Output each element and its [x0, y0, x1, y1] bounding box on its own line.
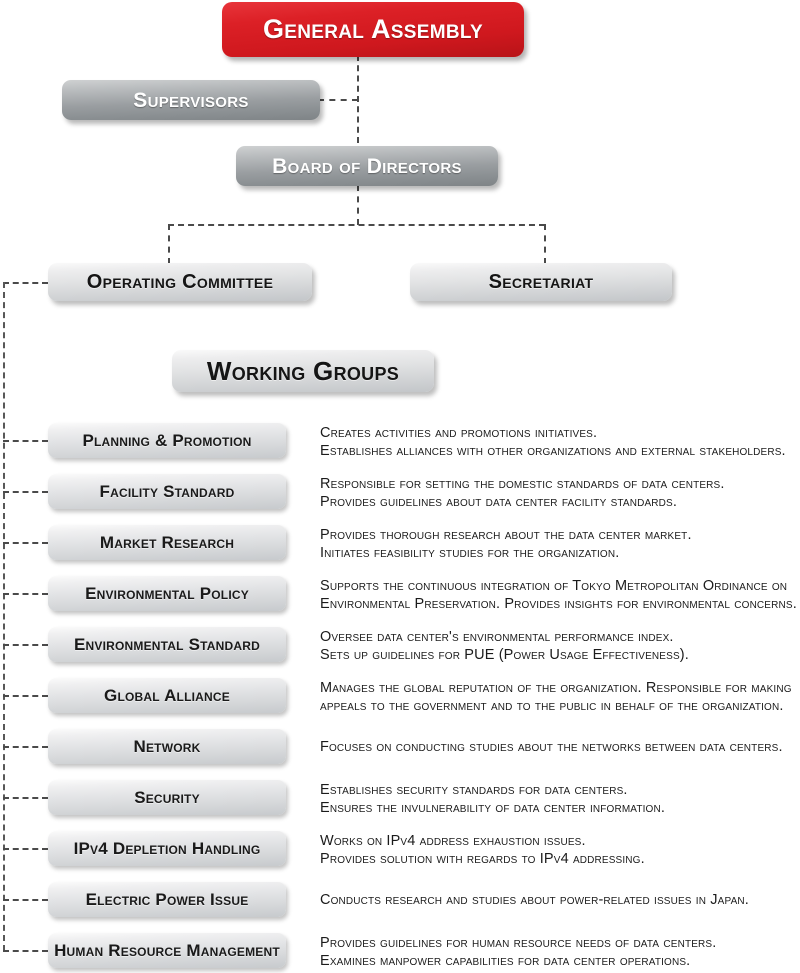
working-group-label: Electric Power Issue: [85, 890, 249, 909]
org-chart: General Assembly Supervisors Board of Di…: [0, 0, 800, 973]
node-working-group[interactable]: Human Resource Management: [48, 933, 286, 968]
node-working-group[interactable]: Environmental Policy: [48, 576, 286, 611]
connector-wg-stub: [3, 746, 48, 748]
node-working-group[interactable]: IPv4 Depletion Handling: [48, 831, 286, 866]
node-working-groups-banner: Working Groups: [172, 350, 434, 392]
working-group-label: Global Alliance: [104, 686, 230, 705]
connector-wg-stub: [3, 899, 48, 901]
working-groups-banner-label: Working Groups: [206, 356, 400, 386]
node-working-group[interactable]: Global Alliance: [48, 678, 286, 713]
connector-working-groups-spine: [3, 282, 5, 951]
node-general-assembly[interactable]: General Assembly: [222, 2, 524, 57]
working-group-label: Facility Standard: [99, 482, 235, 501]
working-group-label: Environmental Standard: [73, 635, 260, 654]
node-supervisors[interactable]: Supervisors: [62, 80, 320, 120]
connector-wg-stub: [3, 593, 48, 595]
connector-wg-stub: [3, 644, 48, 646]
working-group-description: Oversee data center's environmental perf…: [320, 629, 689, 663]
node-supervisors-label: Supervisors: [133, 88, 249, 112]
working-group-label: Human Resource Management: [54, 941, 280, 960]
node-operating-committee-label: Operating Committee: [86, 271, 274, 293]
working-group-description: Works on IPv4 address exhaustion issues.…: [320, 833, 645, 867]
connector-to-operating-committee: [168, 224, 170, 264]
working-group-description: Establishes security standards for data …: [320, 782, 666, 816]
working-group-label: Network: [133, 737, 201, 756]
connector-to-secretariat: [544, 224, 546, 264]
node-secretariat-label: Secretariat: [488, 271, 594, 293]
node-general-assembly-label: General Assembly: [262, 14, 484, 44]
working-group-label: IPv4 Depletion Handling: [73, 839, 261, 858]
node-working-group[interactable]: Market Research: [48, 525, 286, 560]
connector-wg-stub: [3, 695, 48, 697]
connector-wg-stub: [3, 797, 48, 799]
node-working-group[interactable]: Facility Standard: [48, 474, 286, 509]
working-group-description: Provides thorough research about the dat…: [320, 527, 692, 561]
node-working-group[interactable]: Planning & Promotion: [48, 423, 286, 458]
working-group-label: Planning & Promotion: [82, 431, 252, 450]
connector-wg-stub: [3, 950, 48, 952]
working-group-description: Creates activities and promotions initia…: [320, 425, 786, 459]
working-group-description: Conducts research and studies about powe…: [320, 892, 749, 908]
node-working-group[interactable]: Security: [48, 780, 286, 815]
connector-wg-stub: [3, 542, 48, 544]
connector-wg-stub: [3, 491, 48, 493]
connector-operating-committee-left-stub: [3, 282, 48, 284]
working-group-description: Supports the continuous integration of T…: [320, 578, 797, 612]
working-group-description: Manages the global reputation of the org…: [320, 680, 792, 714]
working-group-description: Focuses on conducting studies about the …: [320, 739, 783, 755]
working-group-label: Security: [134, 788, 200, 807]
connector-wg-stub: [3, 440, 48, 442]
working-group-label: Environmental Policy: [85, 584, 249, 603]
node-board-of-directors-label: Board of Directors: [272, 154, 462, 178]
connector-wg-stub: [3, 848, 48, 850]
node-working-group[interactable]: Network: [48, 729, 286, 764]
working-group-description: Responsible for setting the domestic sta…: [320, 476, 725, 510]
node-secretariat[interactable]: Secretariat: [410, 263, 672, 301]
connector-assembly-to-supervisors: [318, 99, 358, 101]
working-group-label: Market Research: [99, 533, 235, 552]
node-working-group[interactable]: Electric Power Issue: [48, 882, 286, 917]
working-group-description: Provides guidelines for human resource n…: [320, 935, 717, 969]
node-board-of-directors[interactable]: Board of Directors: [236, 146, 498, 186]
connector-board-split: [168, 224, 545, 226]
node-working-group[interactable]: Environmental Standard: [48, 627, 286, 662]
connector-board-down: [357, 185, 359, 225]
node-operating-committee[interactable]: Operating Committee: [48, 263, 312, 301]
